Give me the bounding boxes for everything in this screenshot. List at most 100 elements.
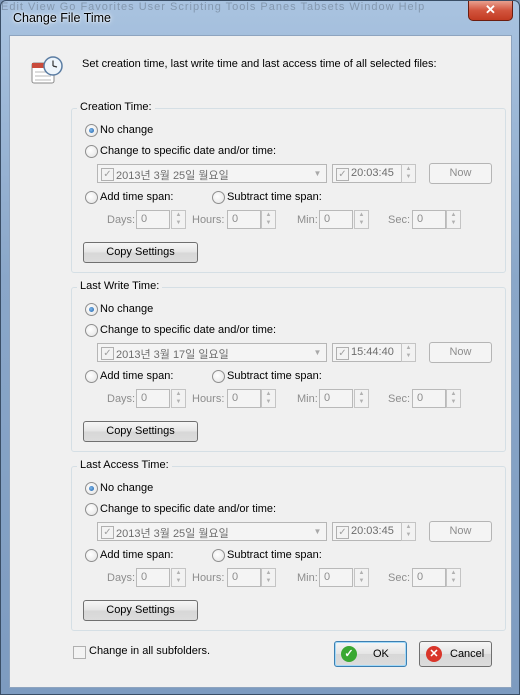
days-spinner[interactable]: ▲ ▼	[171, 389, 186, 408]
add-time-span-label: Add time span:	[100, 191, 174, 203]
sec-label: Sec:	[388, 572, 411, 584]
days-spinner[interactable]: ▲ ▼	[171, 210, 186, 229]
sec-input[interactable]: 0	[412, 568, 446, 587]
min-spinner[interactable]: ▲ ▼	[354, 389, 369, 408]
hours-input[interactable]: 0	[227, 210, 261, 229]
now-button[interactable]: Now	[429, 342, 492, 363]
days-label: Days:	[107, 214, 136, 226]
no-change-radio[interactable]	[85, 303, 98, 316]
time-spinner[interactable]: ▲ ▼	[401, 522, 416, 541]
time-spinner[interactable]: ▲ ▼	[401, 164, 416, 183]
days-label: Days:	[107, 572, 136, 584]
days-input[interactable]: 0	[136, 389, 170, 408]
copy-settings-button[interactable]: Copy Settings	[83, 242, 198, 263]
date-value: 2013년 3월 25일 월요일	[116, 170, 229, 182]
sec-input[interactable]: 0	[412, 389, 446, 408]
days-spinner[interactable]: ▲ ▼	[171, 568, 186, 587]
no-change-label: No change	[100, 124, 154, 136]
time-picker[interactable]: ✓ 20:03:45	[332, 164, 404, 183]
add-time-span-radio[interactable]	[85, 191, 98, 204]
min-input[interactable]: 0	[319, 210, 353, 229]
add-time-span-radio[interactable]	[85, 549, 98, 562]
hours-input[interactable]: 0	[227, 568, 261, 587]
copy-settings-button[interactable]: Copy Settings	[83, 600, 198, 621]
time-picker[interactable]: ✓ 20:03:45	[332, 522, 404, 541]
sec-label: Sec:	[388, 214, 411, 226]
specific-date-label: Change to specific date and/or time:	[100, 145, 277, 157]
cancel-button[interactable]: ✕ Cancel	[419, 641, 492, 667]
subtract-time-span-label: Subtract time span:	[227, 191, 322, 203]
time-enabled-checkbox[interactable]: ✓	[336, 526, 349, 539]
no-change-radio[interactable]	[85, 124, 98, 137]
subtract-time-span-radio[interactable]	[212, 370, 225, 383]
group-title: Creation Time:	[77, 101, 155, 113]
date-picker[interactable]: ✓ 2013년 3월 17일 일요일 ▼	[97, 343, 327, 362]
time-group: Last Access Time: No change Change to sp…	[71, 459, 506, 631]
close-button[interactable]: ✕	[468, 1, 513, 21]
time-enabled-checkbox[interactable]: ✓	[336, 347, 349, 360]
hours-label: Hours:	[192, 214, 225, 226]
add-time-span-label: Add time span:	[100, 549, 174, 561]
time-value: 20:03:45	[351, 167, 394, 179]
now-button[interactable]: Now	[429, 163, 492, 184]
time-value: 15:44:40	[351, 346, 394, 358]
hours-label: Hours:	[192, 572, 225, 584]
add-time-span-radio[interactable]	[85, 370, 98, 383]
date-enabled-checkbox[interactable]: ✓	[101, 168, 114, 181]
sec-input[interactable]: 0	[412, 210, 446, 229]
subtract-time-span-label: Subtract time span:	[227, 370, 322, 382]
specific-date-radio[interactable]	[85, 145, 98, 158]
ok-button[interactable]: ✓ OK	[334, 641, 407, 667]
dialog-client-area: Set creation time, last write time and l…	[9, 35, 512, 688]
specific-date-label: Change to specific date and/or time:	[100, 324, 277, 336]
hours-spinner[interactable]: ▲ ▼	[261, 210, 276, 229]
days-input[interactable]: 0	[136, 568, 170, 587]
date-picker[interactable]: ✓ 2013년 3월 25일 월요일 ▼	[97, 164, 327, 183]
subtract-time-span-radio[interactable]	[212, 549, 225, 562]
time-picker[interactable]: ✓ 15:44:40	[332, 343, 404, 362]
min-label: Min:	[297, 214, 318, 226]
add-time-span-label: Add time span:	[100, 370, 174, 382]
days-label: Days:	[107, 393, 136, 405]
min-input[interactable]: 0	[319, 568, 353, 587]
time-enabled-checkbox[interactable]: ✓	[336, 168, 349, 181]
cancel-label: Cancel	[450, 648, 485, 660]
dropdown-arrow-icon[interactable]: ▼	[310, 345, 325, 360]
subtract-time-span-radio[interactable]	[212, 191, 225, 204]
now-button[interactable]: Now	[429, 521, 492, 542]
check-icon: ✓	[341, 646, 357, 662]
date-enabled-checkbox[interactable]: ✓	[101, 347, 114, 360]
hours-input[interactable]: 0	[227, 389, 261, 408]
subtract-time-span-label: Subtract time span:	[227, 549, 322, 561]
time-group: Creation Time: No change Change to speci…	[71, 101, 506, 273]
hours-spinner[interactable]: ▲ ▼	[261, 568, 276, 587]
min-input[interactable]: 0	[319, 389, 353, 408]
min-spinner[interactable]: ▲ ▼	[354, 568, 369, 587]
clock-calendar-icon	[31, 56, 63, 84]
hours-spinner[interactable]: ▲ ▼	[261, 389, 276, 408]
sec-spinner[interactable]: ▲ ▼	[446, 568, 461, 587]
sec-spinner[interactable]: ▲ ▼	[446, 210, 461, 229]
sec-label: Sec:	[388, 393, 411, 405]
min-label: Min:	[297, 393, 318, 405]
sec-spinner[interactable]: ▲ ▼	[446, 389, 461, 408]
specific-date-radio[interactable]	[85, 324, 98, 337]
group-title: Last Access Time:	[77, 459, 172, 471]
dropdown-arrow-icon[interactable]: ▼	[310, 524, 325, 539]
dropdown-arrow-icon[interactable]: ▼	[310, 166, 325, 181]
title-bar[interactable]: Change File Time ✕	[1, 1, 519, 35]
time-spinner[interactable]: ▲ ▼	[401, 343, 416, 362]
min-spinner[interactable]: ▲ ▼	[354, 210, 369, 229]
subfolders-label: Change in all subfolders.	[89, 645, 211, 657]
copy-settings-button[interactable]: Copy Settings	[83, 421, 198, 442]
specific-date-radio[interactable]	[85, 503, 98, 516]
days-input[interactable]: 0	[136, 210, 170, 229]
date-enabled-checkbox[interactable]: ✓	[101, 526, 114, 539]
min-label: Min:	[297, 572, 318, 584]
time-value: 20:03:45	[351, 525, 394, 537]
no-change-radio[interactable]	[85, 482, 98, 495]
no-change-label: No change	[100, 303, 154, 315]
date-picker[interactable]: ✓ 2013년 3월 25일 월요일 ▼	[97, 522, 327, 541]
subfolders-checkbox[interactable]	[73, 646, 86, 659]
header-description: Set creation time, last write time and l…	[82, 58, 437, 70]
